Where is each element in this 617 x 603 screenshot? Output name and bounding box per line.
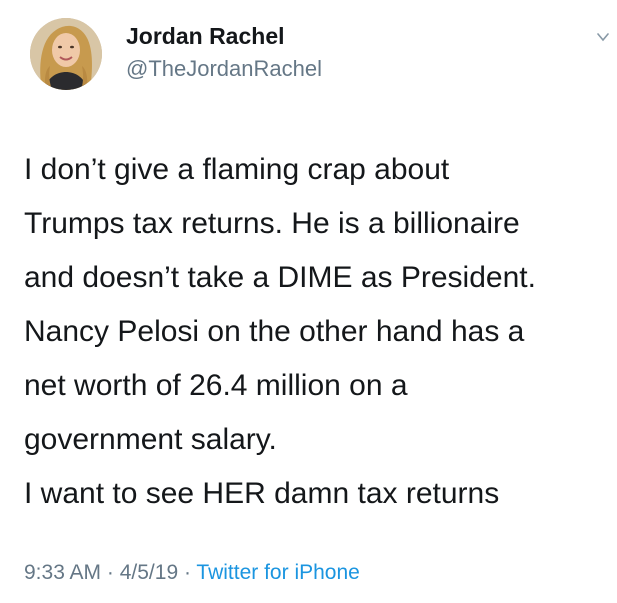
tweet-text-line: and doesn’t take a DIME as President. [24, 261, 536, 294]
user-handle[interactable]: @TheJordanRachel [126, 56, 322, 82]
tweet-text-line: Nancy Pelosi on the other hand has a [24, 315, 525, 348]
tweet-date[interactable]: 4/5/19 [120, 561, 178, 584]
meta-separator: · [101, 561, 120, 584]
chevron-down-icon[interactable] [597, 30, 609, 42]
tweet-text: I don’t give a flaming crap about Trumps… [24, 143, 614, 521]
tweet-meta: 9:33 AM · 4/5/19 · Twitter for iPhone [24, 561, 360, 585]
tweet-text-line: Trumps tax returns. He is a billionaire [24, 207, 520, 240]
tweet-time[interactable]: 9:33 AM [24, 561, 101, 584]
display-name[interactable]: Jordan Rachel [126, 23, 285, 50]
tweet-text-line: I want to see HER damn tax returns [24, 477, 500, 510]
avatar-photo [30, 18, 102, 90]
tweet-text-line: government salary. [24, 423, 277, 456]
meta-separator: · [178, 561, 197, 584]
tweet-source-link[interactable]: Twitter for iPhone [196, 561, 359, 584]
tweet-text-line: I don’t give a flaming crap about [24, 153, 450, 186]
tweet-text-line: net worth of 26.4 million on a [24, 369, 408, 402]
avatar[interactable] [30, 18, 102, 90]
tweet-card: Jordan Rachel @TheJordanRachel I don’t g… [0, 0, 617, 603]
